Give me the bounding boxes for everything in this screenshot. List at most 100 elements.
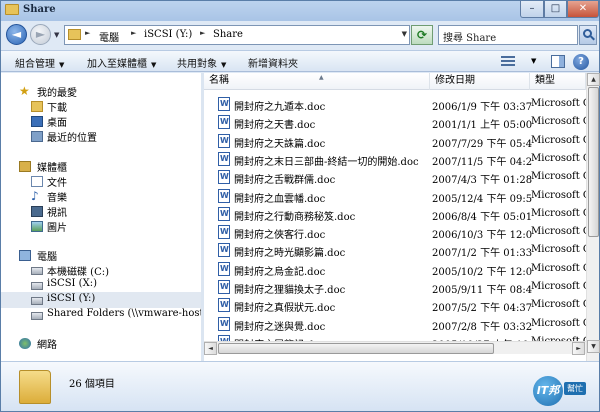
table-row[interactable]: 開封府之血雲幡.doc 2005/12/4 下午 09:55Microsoft O… <box>204 187 586 205</box>
sort-ascending-icon: ▲ <box>319 74 324 81</box>
sidebar-item-videos[interactable]: 視訊 <box>1 203 201 219</box>
file-name: 開封府之時光顯影篇.doc <box>234 248 346 260</box>
table-row[interactable]: 開封府之真假狀元.doc 2007/5/2 下午 04:37Microsoft O… <box>204 296 586 314</box>
address-row: ◄ ► ▼ ► 電腦 ► iSCSI (Y:) ► Share ▼ ⟳ 搜尋 S… <box>1 21 599 49</box>
file-name: 開封府之真假狀元.doc <box>234 303 336 315</box>
file-name: 開封府之舌戰群儒.doc <box>234 175 336 187</box>
recent-places-icon <box>31 131 43 142</box>
word-document-icon <box>218 97 230 111</box>
chevron-down-icon[interactable]: ▼ <box>402 30 407 38</box>
sidebar-item-libraries[interactable]: 媒體櫃 <box>1 158 201 174</box>
search-icon[interactable] <box>579 25 597 45</box>
documents-icon <box>31 176 43 187</box>
sidebar-item-iscsi-x[interactable]: iSCSI (X:) <box>1 277 201 293</box>
table-row[interactable]: 開封府之天書.doc 2001/1/1 上午 05:00Microsoft Off <box>204 113 586 131</box>
window-title: Share <box>23 4 56 15</box>
navigation-pane[interactable]: ★ 我的最愛 下載 桌面 最近的位置 媒體櫃 文件 ♪ 音樂 視訊 圖片 電腦 … <box>1 73 229 361</box>
table-row[interactable]: 開封府之末日三部曲-終結一切的開始.doc 2007/11/5 下午 04:29M… <box>204 150 586 168</box>
chevron-right-icon[interactable]: ► <box>200 29 205 37</box>
scroll-left-button[interactable]: ◄ <box>204 342 217 355</box>
breadcrumb-share[interactable]: Share <box>213 29 243 40</box>
sidebar-item-network[interactable]: 網路 <box>1 335 201 351</box>
sidebar-item-recent-places[interactable]: 最近的位置 <box>1 128 201 144</box>
table-row[interactable]: 開封府之迷與覺.doc 2007/2/8 下午 03:32Microsoft Of… <box>204 315 586 333</box>
search-placeholder: 搜尋 Share <box>443 33 497 44</box>
horizontal-scrollbar[interactable]: ◄ ► <box>204 341 586 355</box>
table-row[interactable]: 開封府之九遁本.doc 2006/1/9 下午 03:37Microsoft Of… <box>204 95 586 113</box>
sidebar-item-shared-folders[interactable]: Shared Folders (\\vmware-host) (Z:) <box>1 307 229 323</box>
chevron-right-icon[interactable]: ► <box>131 29 136 37</box>
word-document-icon <box>218 133 230 148</box>
sidebar-item-drive-c[interactable]: 本機磁碟 (C:) <box>1 262 201 278</box>
file-date: 2005/12/4 下午 09:55 <box>432 193 532 205</box>
file-name: 開封府之血雲幡.doc <box>234 193 326 205</box>
drive-icon <box>31 267 43 275</box>
table-row[interactable]: 開封府之烏金記.doc 2005/10/2 下午 12:03Microsoft O… <box>204 260 586 278</box>
maximize-button[interactable]: □ <box>544 1 567 18</box>
word-document-icon <box>218 188 230 203</box>
file-date: 2005/9/11 下午 08:40 <box>432 285 532 296</box>
scroll-up-button[interactable]: ▲ <box>587 73 600 86</box>
help-icon[interactable]: ? <box>573 54 589 70</box>
vertical-scroll-thumb[interactable] <box>588 87 599 237</box>
add-to-library-button[interactable]: 加入至媒體櫃 ▼ <box>87 55 156 70</box>
file-type: Microsoft Off <box>531 317 586 329</box>
column-header-type[interactable]: 類型 <box>530 73 586 90</box>
table-row[interactable]: 開封府之舌戰群儒.doc 2007/4/3 下午 01:28Microsoft O… <box>204 168 586 186</box>
sidebar-item-computer[interactable]: 電腦 <box>1 247 201 263</box>
file-date: 2007/1/2 下午 01:33 <box>432 248 532 260</box>
chevron-down-icon[interactable]: ▼ <box>531 57 536 65</box>
table-row[interactable]: 開封府之狸貓換太子.doc 2005/9/11 下午 08:40Microsoft… <box>204 278 586 296</box>
table-row[interactable]: 開封府之俠客行.doc 2006/10/3 下午 12:02Microsoft O… <box>204 223 586 241</box>
preview-pane-icon[interactable] <box>551 55 565 68</box>
minimize-button[interactable]: – <box>520 1 544 18</box>
table-row[interactable]: 開封府之時光顯影篇.doc 2007/1/2 下午 01:33Microsoft … <box>204 241 586 259</box>
chevron-right-icon[interactable]: ► <box>85 29 90 37</box>
file-name: 開封府之天誅篇.doc <box>234 138 326 150</box>
recent-pages-dropdown[interactable]: ▼ <box>54 31 59 39</box>
new-folder-button[interactable]: 新增資料夾 <box>248 55 298 70</box>
table-row[interactable]: 開封府之天誅篇.doc 2007/7/29 下午 05:45Microsoft O… <box>204 132 586 150</box>
explorer-window: Share – □ ✕ ◄ ► ▼ ► 電腦 ► iSCSI (Y:) ► Sh… <box>0 0 600 412</box>
share-with-button[interactable]: 共用對象 ▼ <box>177 55 226 70</box>
file-date: 2007/11/5 下午 04:29 <box>432 156 532 168</box>
sidebar-item-music[interactable]: ♪ 音樂 <box>1 188 201 204</box>
file-list[interactable]: 名稱 ▲ 修改日期 類型 開封府之九遁本.doc 2006/1/9 下午 03:3… <box>204 73 586 361</box>
close-button[interactable]: ✕ <box>567 1 599 18</box>
view-options-icon[interactable] <box>501 56 515 68</box>
sidebar-item-favorites[interactable]: ★ 我的最愛 <box>1 83 201 99</box>
organize-button[interactable]: 組合管理 ▼ <box>15 55 64 70</box>
address-bar[interactable]: ► 電腦 ► iSCSI (Y:) ► Share ▼ <box>64 25 410 45</box>
breadcrumb-iscsi-y[interactable]: iSCSI (Y:) <box>144 29 192 40</box>
column-header-row: 名稱 ▲ 修改日期 類型 <box>204 73 586 90</box>
drive-icon <box>31 297 43 305</box>
computer-icon <box>19 250 31 261</box>
sidebar-item-desktop[interactable]: 桌面 <box>1 113 201 129</box>
column-header-name[interactable]: 名稱 ▲ <box>204 73 430 90</box>
file-type: Microsoft Off <box>531 226 586 238</box>
sidebar-item-documents[interactable]: 文件 <box>1 173 201 189</box>
ithelp-logo: IT邦 幫忙 <box>533 376 597 406</box>
drive-icon <box>31 282 43 290</box>
refresh-button[interactable]: ⟳ <box>411 25 433 45</box>
back-button[interactable]: ◄ <box>6 24 27 45</box>
chevron-down-icon: ▼ <box>151 61 157 69</box>
breadcrumb-computer[interactable]: 電腦 <box>99 29 119 44</box>
horizontal-scroll-thumb[interactable] <box>218 343 494 354</box>
forward-button[interactable]: ► <box>30 24 51 45</box>
word-document-icon <box>218 280 230 294</box>
file-date: 2007/7/29 下午 05:45 <box>432 138 532 150</box>
table-row[interactable]: 開封府之行動商務秘笈.doc 2006/8/4 下午 05:01Microsoft… <box>204 205 586 223</box>
file-name: 開封府之烏金記.doc <box>234 266 326 278</box>
title-bar[interactable]: Share – □ ✕ <box>1 1 599 21</box>
ithelp-logo-tag: 幫忙 <box>564 382 586 395</box>
sidebar-item-pictures[interactable]: 圖片 <box>1 218 201 234</box>
sidebar-item-iscsi-y[interactable]: iSCSI (Y:) <box>1 292 201 308</box>
sidebar-item-downloads[interactable]: 下載 <box>1 98 201 114</box>
vertical-scrollbar[interactable]: ▲ ▼ <box>586 73 600 361</box>
word-document-icon <box>218 115 230 130</box>
column-header-date[interactable]: 修改日期 <box>430 73 530 90</box>
search-input[interactable]: 搜尋 Share <box>438 25 578 45</box>
scroll-right-button[interactable]: ► <box>572 342 585 355</box>
scroll-down-button[interactable]: ▼ <box>587 340 600 353</box>
